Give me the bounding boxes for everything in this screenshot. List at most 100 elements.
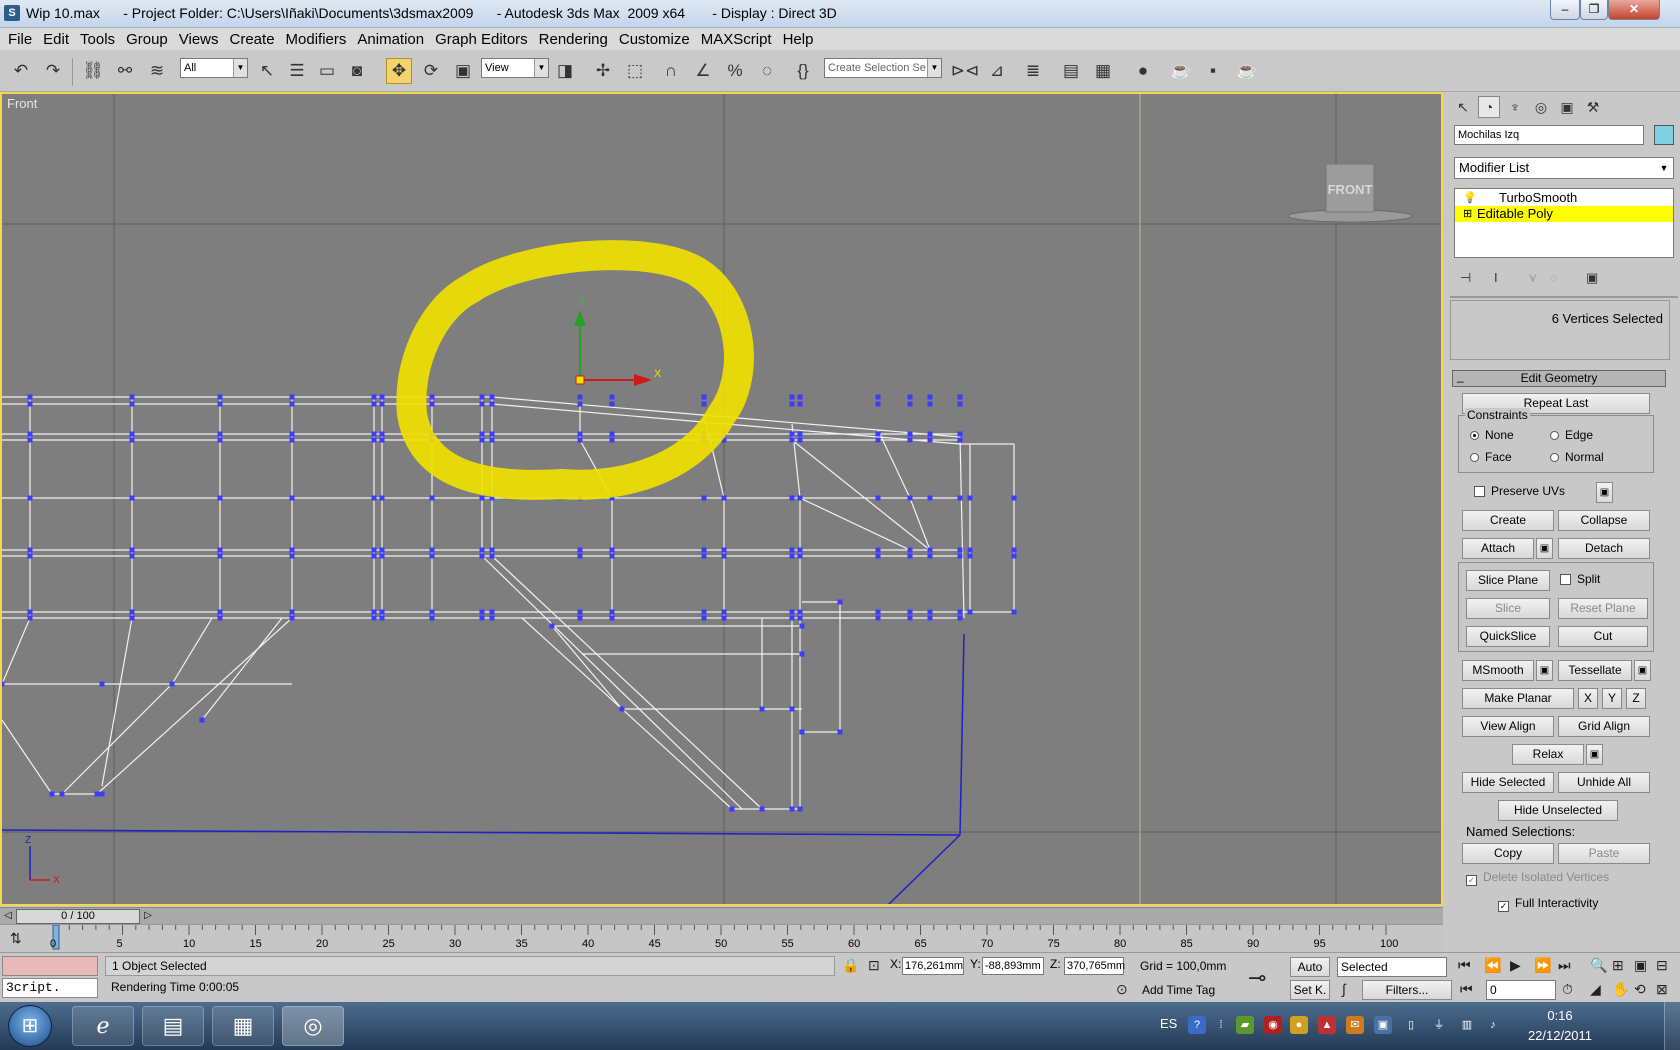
vertex-marker[interactable]: [789, 806, 795, 812]
vertex-marker[interactable]: [27, 394, 33, 400]
vertex-marker[interactable]: [789, 547, 795, 553]
rectangular-selection-icon[interactable]: ▭: [314, 58, 340, 84]
vertex-marker[interactable]: [129, 609, 135, 615]
window-crossing-icon[interactable]: ◙: [344, 58, 370, 84]
pan-view-icon[interactable]: ✋: [1612, 981, 1629, 998]
modifier-list-dropdown[interactable]: Modifier List ▼: [1454, 157, 1674, 179]
vertex-marker[interactable]: [479, 553, 485, 559]
usb-icon[interactable]: ⏚: [1430, 1016, 1448, 1034]
menu-graph-editors[interactable]: Graph Editors: [431, 31, 535, 48]
key-filters-button[interactable]: Filters...: [1362, 980, 1452, 1000]
vertex-marker[interactable]: [27, 431, 33, 437]
select-and-rotate-icon[interactable]: ⟳: [418, 58, 444, 84]
vertex-marker[interactable]: [609, 615, 615, 621]
create-tab-icon[interactable]: ↖: [1452, 96, 1474, 118]
vertex-marker[interactable]: [797, 394, 803, 400]
vertex-marker[interactable]: [371, 401, 377, 407]
motion-tab-icon[interactable]: ◎: [1530, 96, 1552, 118]
vertex-marker[interactable]: [489, 401, 495, 407]
minimize-button[interactable]: –: [1550, 0, 1580, 20]
vertex-marker[interactable]: [94, 791, 100, 797]
menu-rendering[interactable]: Rendering: [535, 31, 615, 48]
vertex-marker[interactable]: [129, 401, 135, 407]
quickslice-button[interactable]: QuickSlice: [1466, 626, 1550, 647]
constraint-face-radio[interactable]: Face: [1470, 450, 1512, 464]
vertex-marker[interactable]: [379, 609, 385, 615]
select-and-link-icon[interactable]: ⛓: [80, 58, 106, 84]
vertex-marker[interactable]: [927, 615, 933, 621]
vertex-marker[interactable]: [371, 609, 377, 615]
vertex-marker[interactable]: [129, 437, 135, 443]
viewport-canvas[interactable]: Y X FRONT Z X: [2, 94, 1441, 904]
3dsmax-taskbar-icon[interactable]: ◎: [282, 1006, 344, 1046]
hide-unselected-button[interactable]: Hide Unselected: [1498, 800, 1618, 821]
vertex-marker[interactable]: [217, 609, 223, 615]
set-key-icon[interactable]: ⊸: [1248, 965, 1266, 991]
object-color-swatch[interactable]: [1654, 125, 1674, 145]
add-time-tag[interactable]: Add Time Tag: [1110, 980, 1240, 1000]
vertex-marker[interactable]: [379, 401, 385, 407]
vertex-marker[interactable]: [927, 609, 933, 615]
vertex-marker[interactable]: [797, 431, 803, 437]
media-icon[interactable]: ●: [1290, 1016, 1308, 1034]
vertex-marker[interactable]: [217, 394, 223, 400]
vertex-marker[interactable]: [609, 553, 615, 559]
vertex-marker[interactable]: [721, 609, 727, 615]
vertex-marker[interactable]: [217, 547, 223, 553]
vertex-marker[interactable]: [957, 394, 963, 400]
vertex-marker[interactable]: [1011, 547, 1017, 553]
vertex-marker[interactable]: [789, 495, 795, 501]
vertex-marker[interactable]: [129, 553, 135, 559]
vertex-marker[interactable]: [907, 401, 913, 407]
object-name-field[interactable]: Mochilas Izq: [1454, 125, 1644, 145]
front-viewport[interactable]: Y X FRONT Z X Front: [0, 92, 1443, 906]
vertex-marker[interactable]: [429, 394, 435, 400]
antivirus-icon[interactable]: ◉: [1264, 1016, 1282, 1034]
pin-stack-icon[interactable]: ⊣: [1460, 270, 1471, 286]
vertex-marker[interactable]: [799, 623, 805, 629]
vertex-marker[interactable]: [927, 495, 933, 501]
preserve-uvs-settings-button[interactable]: ▣: [1596, 482, 1613, 503]
input-language-indicator[interactable]: ES: [1160, 1016, 1177, 1031]
undo-icon[interactable]: ↶: [8, 58, 34, 84]
vertex-marker[interactable]: [701, 547, 707, 553]
time-slider-thumb[interactable]: 0 / 100: [16, 909, 140, 924]
maximize-button[interactable]: ❐: [1580, 0, 1608, 20]
vertex-marker[interactable]: [577, 437, 583, 443]
track-bar[interactable]: 0 5 10 15 20 25 30 35 40 45 50 55 60 65 70 75 80 85 90 95 10…: [0, 924, 1443, 952]
menu-animation[interactable]: Animation: [353, 31, 431, 48]
vertex-marker[interactable]: [489, 437, 495, 443]
volume-icon[interactable]: ♪: [1484, 1016, 1502, 1034]
lightbulb-icon[interactable]: 💡: [1463, 190, 1477, 206]
make-planar-x-button[interactable]: X: [1578, 688, 1598, 709]
vertex-marker[interactable]: [479, 495, 485, 501]
select-and-scale-icon[interactable]: ▣: [450, 58, 476, 84]
vertex-marker[interactable]: [789, 401, 795, 407]
vertex-marker[interactable]: [379, 394, 385, 400]
vertex-marker[interactable]: [577, 401, 583, 407]
preserve-uvs-checkbox[interactable]: Preserve UVs: [1474, 484, 1565, 498]
vertex-marker[interactable]: [957, 609, 963, 615]
vertex-marker[interactable]: [289, 401, 295, 407]
vertex-marker[interactable]: [1011, 495, 1017, 501]
vertex-marker[interactable]: [429, 495, 435, 501]
vertex-marker[interactable]: [129, 495, 135, 501]
menu-maxscript[interactable]: MAXScript: [697, 31, 779, 48]
vertex-marker[interactable]: [759, 706, 765, 712]
percent-snap-icon[interactable]: %: [722, 58, 748, 84]
clock-time[interactable]: 0:16: [1510, 1008, 1610, 1023]
tessellate-button[interactable]: Tessellate: [1558, 660, 1632, 681]
vertex-marker[interactable]: [609, 547, 615, 553]
vertex-marker[interactable]: [967, 609, 973, 615]
make-planar-button[interactable]: Make Planar: [1462, 688, 1574, 709]
reference-coordinate-dropdown[interactable]: View ▼: [481, 58, 549, 78]
vertex-marker[interactable]: [797, 495, 803, 501]
vertex-marker[interactable]: [957, 495, 963, 501]
signal-icon[interactable]: ⁞: [1212, 1016, 1230, 1034]
play-icon[interactable]: ▶: [1510, 957, 1521, 974]
make-planar-y-button[interactable]: Y: [1602, 688, 1622, 709]
default-in-out-tangent-icon[interactable]: ∫: [1342, 981, 1346, 997]
menu-help[interactable]: Help: [779, 31, 821, 48]
vertex-marker[interactable]: [957, 553, 963, 559]
vertex-marker[interactable]: [489, 547, 495, 553]
